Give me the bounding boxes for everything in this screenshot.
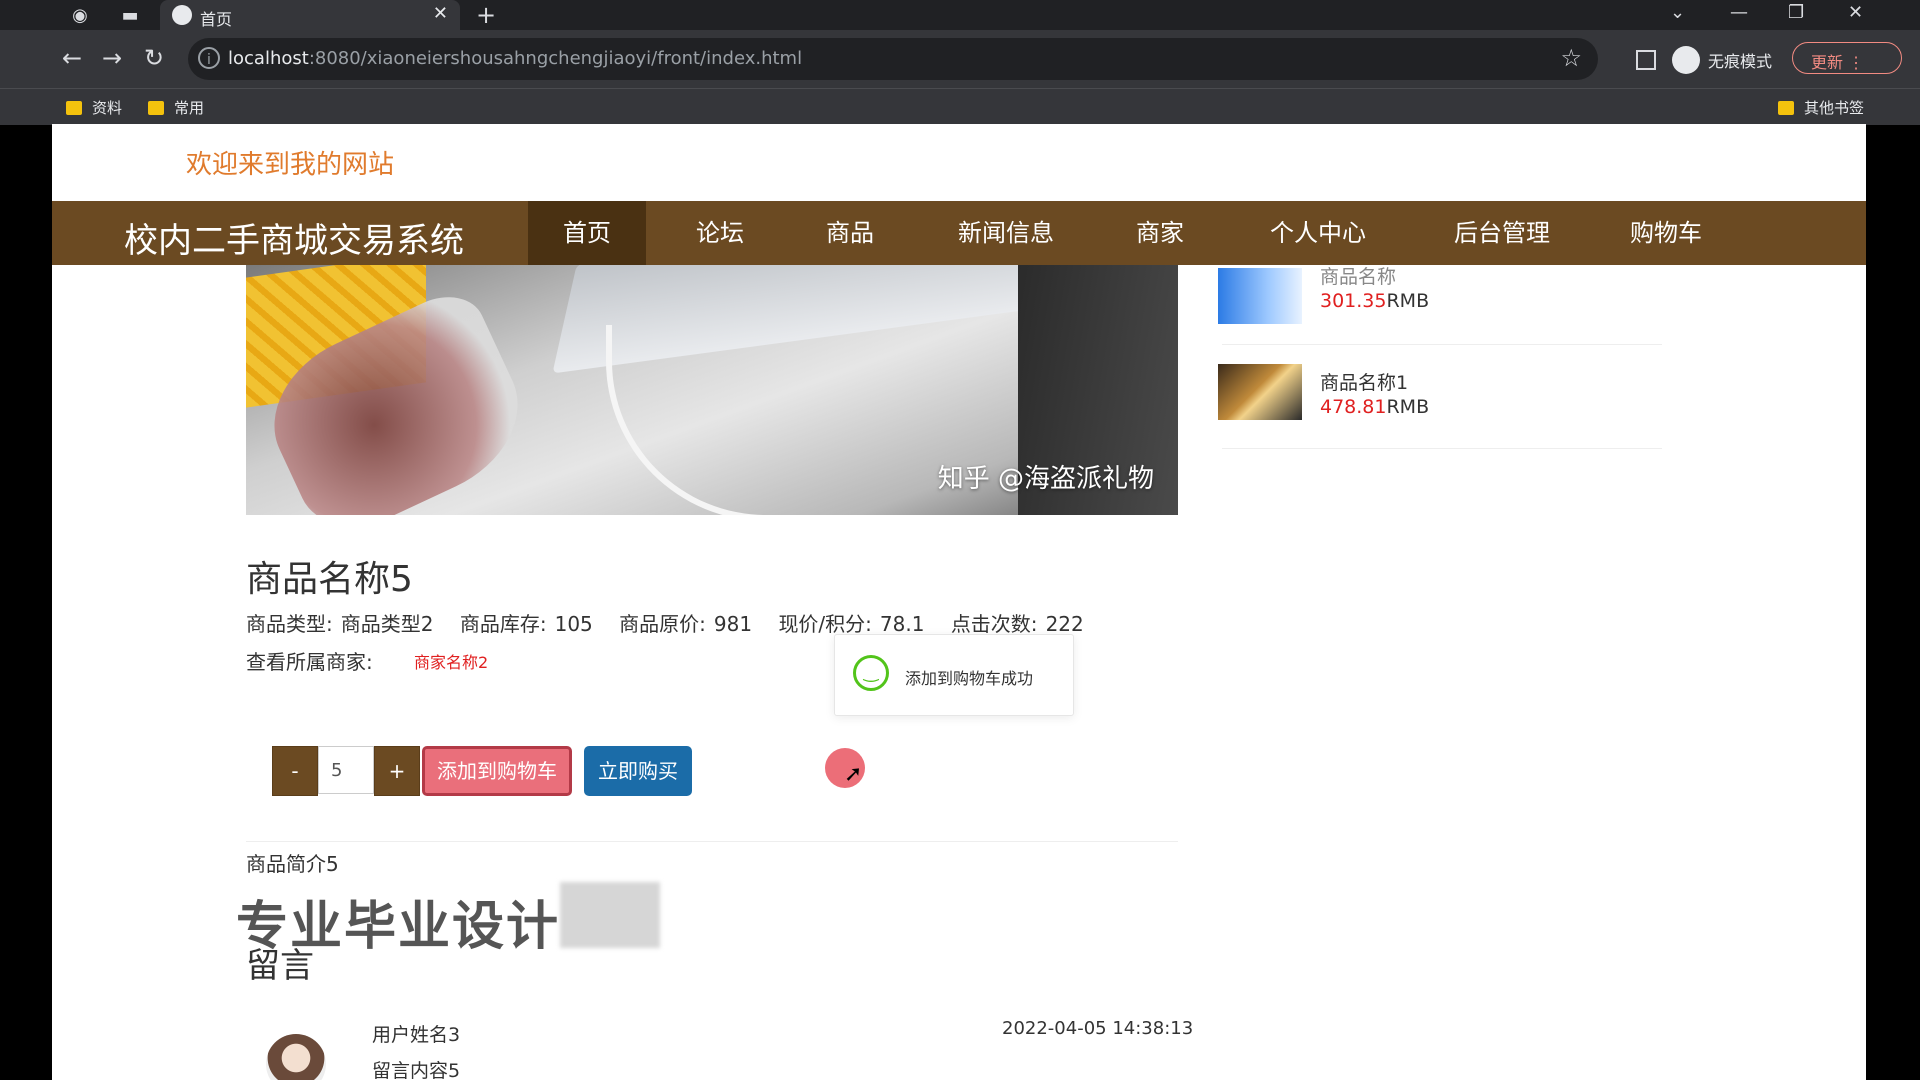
minimize-icon[interactable]: — (1730, 2, 1748, 23)
update-label: 更新 (1811, 53, 1844, 72)
comment-date: 2022-04-05 14:38:13 (1002, 1018, 1194, 1039)
reload-icon[interactable]: ↻ (144, 44, 164, 72)
nav-home[interactable]: 首页 (528, 201, 646, 265)
comment-content: 留言内容5 (372, 1060, 461, 1080)
incognito-label: 无痕模式 (1708, 52, 1773, 71)
price-unit: RMB (1386, 290, 1430, 312)
merchant-label: 查看所属商家: (246, 650, 373, 674)
quantity-minus-button[interactable]: - (272, 746, 318, 796)
smile-icon: ‿ (853, 655, 889, 691)
meta-label: 商品原价: (619, 612, 706, 636)
recommend-divider (1222, 448, 1662, 449)
recommend-item[interactable]: 商品名称1 478.81RMB (1218, 348, 1662, 449)
tab-search-icon[interactable]: ▬ (118, 3, 142, 27)
comments-title: 留言 (246, 946, 314, 986)
recommend-thumb (1218, 268, 1302, 324)
folder-icon (148, 100, 164, 115)
incognito-indicator[interactable]: 无痕模式 (1672, 46, 1772, 74)
browser-tab-strip: ◉ ▬ 首页 ✕ + ⌄ — ❐ ✕ (0, 0, 1920, 30)
product-name: 商品名称5 (246, 559, 413, 600)
bookmark-label: 资料 (92, 99, 123, 117)
side-panel-icon[interactable] (1636, 50, 1656, 70)
back-icon[interactable]: ← (62, 44, 82, 72)
browser-toolbar: ← → ↻ i localhost:8080/xiaoneiershousahn… (0, 30, 1920, 88)
product-image: 知乎 @海盗派礼物 (246, 265, 1178, 515)
bookmark-folder-2[interactable]: 常用 (148, 97, 204, 118)
new-tab-icon[interactable]: + (476, 1, 496, 29)
buy-now-button[interactable]: 立即购买 (584, 746, 692, 796)
web-page: 欢迎来到我的网站 校内二手商城交易系统 首页 论坛 商品 新闻信息 商家 个人中… (52, 124, 1866, 1080)
price-unit: RMB (1386, 396, 1430, 418)
meta-value: 105 (554, 612, 593, 636)
recommend-divider (1222, 344, 1662, 345)
recommend-thumb (1218, 364, 1302, 420)
avatar (266, 1034, 326, 1080)
recommend-price: 478.81RMB (1320, 396, 1429, 418)
bookmark-label: 常用 (174, 99, 205, 117)
recommend-name: 商品名称1 (1320, 372, 1409, 394)
success-toast: ‿ 添加到购物车成功 (834, 634, 1074, 716)
restore-icon[interactable]: ❐ (1788, 2, 1804, 23)
recommend-name: 商品名称 (1320, 266, 1397, 288)
nav-products[interactable]: 商品 (800, 201, 900, 265)
incognito-icon (1672, 46, 1700, 74)
meta-value: 78.1 (879, 612, 925, 636)
add-to-cart-button[interactable]: 添加到购物车 (422, 746, 572, 796)
product-meta: 商品类型: 商品类型2 商品库存: 105 商品原价: 981 现价/积分: 78.1 … (246, 608, 1104, 637)
section-divider (246, 841, 1178, 842)
bookmarks-bar: 资料 常用 其他书签 (0, 88, 1920, 125)
bookmark-folder-1[interactable]: 资料 (66, 97, 122, 118)
nav-forum[interactable]: 论坛 (670, 201, 770, 265)
meta-value: 商品类型2 (340, 612, 434, 636)
mouse-cursor-icon: ➚ (844, 762, 863, 787)
site-info-icon[interactable]: i (198, 47, 220, 69)
nav-merchants[interactable]: 商家 (1110, 201, 1210, 265)
other-bookmarks-label: 其他书签 (1804, 99, 1865, 117)
window-close-icon[interactable]: ✕ (1848, 2, 1863, 23)
update-button[interactable]: 更新 ⋮ (1792, 42, 1902, 74)
quantity-plus-button[interactable]: + (374, 746, 420, 796)
meta-label: 商品类型: (246, 612, 333, 636)
site-brand: 校内二手商城交易系统 (124, 221, 464, 261)
folder-icon (1778, 100, 1794, 115)
browser-tab-home[interactable]: 首页 ✕ (160, 0, 460, 30)
meta-label: 点击次数: (950, 612, 1038, 636)
price-number: 478.81 (1320, 396, 1387, 418)
tab-close-icon[interactable]: ✕ (433, 3, 448, 24)
forward-icon[interactable]: → (102, 44, 122, 72)
tab-title: 首页 (200, 10, 233, 29)
folder-icon (66, 100, 82, 115)
url-path: :8080/xiaoneiershousahngchengjiaoyi/fron… (308, 48, 803, 69)
bookmark-star-icon[interactable]: ☆ (1560, 44, 1582, 72)
globe-icon[interactable]: ◉ (68, 3, 92, 27)
recommend-item[interactable]: 商品名称 301.35RMB (1218, 254, 1662, 354)
meta-value: 981 (713, 612, 753, 636)
image-watermark: 知乎 @海盗派礼物 (937, 464, 1154, 494)
price-number: 301.35 (1320, 290, 1387, 312)
meta-label: 商品库存: (459, 612, 547, 636)
quantity-stepper: - 5 + (272, 746, 420, 796)
tab-favicon-icon (172, 5, 192, 25)
merchant-link[interactable]: 商家名称2 (414, 649, 488, 673)
recommend-price: 301.35RMB (1320, 290, 1429, 312)
tab-list-chevron-icon[interactable]: ⌄ (1670, 2, 1685, 23)
quantity-input[interactable]: 5 (318, 746, 374, 794)
comment-user: 用户姓名3 (372, 1024, 461, 1046)
address-bar[interactable]: i localhost:8080/xiaoneiershousahngcheng… (188, 38, 1598, 80)
toast-message: 添加到购物车成功 (905, 669, 1034, 688)
other-bookmarks[interactable]: 其他书签 (1778, 97, 1864, 118)
meta-value: 222 (1045, 612, 1084, 636)
blurred-region (560, 882, 660, 948)
welcome-text: 欢迎来到我的网站 (186, 150, 395, 180)
product-photo-cable (606, 325, 972, 515)
nav-news[interactable]: 新闻信息 (936, 201, 1076, 265)
address-url: localhost:8080/xiaoneiershousahngchengji… (228, 48, 802, 69)
url-host: localhost (228, 48, 309, 69)
product-intro: 商品简介5 (246, 852, 339, 876)
meta-label: 现价/积分: (778, 612, 872, 636)
